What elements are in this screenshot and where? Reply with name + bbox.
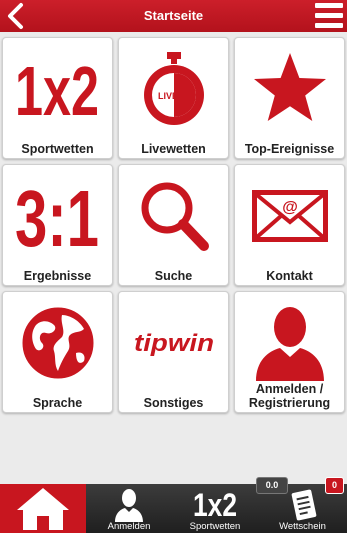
tile-sportwetten[interactable]: 1x2 Sportwetten bbox=[2, 37, 113, 159]
tab-home[interactable] bbox=[0, 484, 86, 533]
tile-label: Sprache bbox=[32, 396, 83, 410]
tile-label: Suche bbox=[154, 269, 193, 283]
tile-label: Sonstiges bbox=[143, 396, 204, 410]
tile-suche[interactable]: Suche bbox=[118, 164, 229, 286]
1x2-icon: 1x2 bbox=[193, 487, 237, 521]
betslip-icon bbox=[291, 489, 317, 521]
tile-sprache[interactable]: Sprache bbox=[2, 291, 113, 413]
1x2-icon: 1x2 bbox=[15, 52, 99, 129]
svg-text:tipwin: tipwin bbox=[134, 330, 214, 357]
tile-label: Livewetten bbox=[141, 142, 206, 156]
tile-livewetten[interactable]: LIVE Livewetten bbox=[118, 37, 229, 159]
tab-label: Anmelden bbox=[107, 521, 151, 532]
tab-anmelden[interactable]: Anmelden bbox=[86, 484, 172, 533]
tipwin-logo-icon: tipwin bbox=[134, 330, 214, 357]
person-icon bbox=[255, 307, 324, 381]
score-3-1-icon: 3:1 bbox=[15, 176, 99, 256]
svg-text:1x2: 1x2 bbox=[15, 52, 99, 129]
betslip-count-badge: 0 bbox=[325, 477, 344, 494]
page-title: Startseite bbox=[143, 8, 204, 23]
tile-kontakt[interactable]: @ Kontakt bbox=[234, 164, 345, 286]
tab-sportwetten[interactable]: 1x2 Sportwetten bbox=[172, 484, 258, 533]
hamburger-menu-icon[interactable] bbox=[315, 2, 343, 30]
tile-label: Kontakt bbox=[266, 269, 313, 283]
svg-text:1x2: 1x2 bbox=[193, 487, 237, 521]
home-icon bbox=[17, 488, 69, 530]
tile-label: Ergebnisse bbox=[23, 269, 92, 283]
tile-label: Top-Ereignisse bbox=[244, 142, 335, 156]
tile-top-ereignisse[interactable]: Top-Ereignisse bbox=[234, 37, 345, 159]
app-header: Startseite bbox=[0, 0, 347, 32]
bottom-tab-bar: Anmelden 1x2 Sportwetten Wettschein bbox=[0, 484, 347, 533]
tab-label: Sportwetten bbox=[189, 521, 241, 532]
tile-label: Anmelden / Registrierung bbox=[248, 382, 331, 410]
stake-amount-badge: 0.0 bbox=[256, 477, 288, 494]
tile-ergebnisse[interactable]: 3:1 Ergebnisse bbox=[2, 164, 113, 286]
svg-text:@: @ bbox=[282, 199, 298, 216]
envelope-at-icon: @ bbox=[251, 190, 328, 242]
svg-text:3:1: 3:1 bbox=[15, 176, 99, 256]
magnifier-icon bbox=[141, 182, 209, 251]
globe-icon bbox=[22, 307, 93, 379]
live-stopwatch-icon: LIVE bbox=[143, 52, 204, 125]
tile-label: Sportwetten bbox=[21, 142, 94, 156]
svg-text:LIVE: LIVE bbox=[157, 91, 177, 101]
person-icon bbox=[115, 489, 143, 522]
tile-sonstiges[interactable]: tipwin Sonstiges bbox=[118, 291, 229, 413]
star-icon bbox=[253, 53, 326, 121]
tile-anmelden-registrierung[interactable]: Anmelden / Registrierung bbox=[234, 291, 345, 413]
tab-label: Wettschein bbox=[279, 521, 326, 532]
